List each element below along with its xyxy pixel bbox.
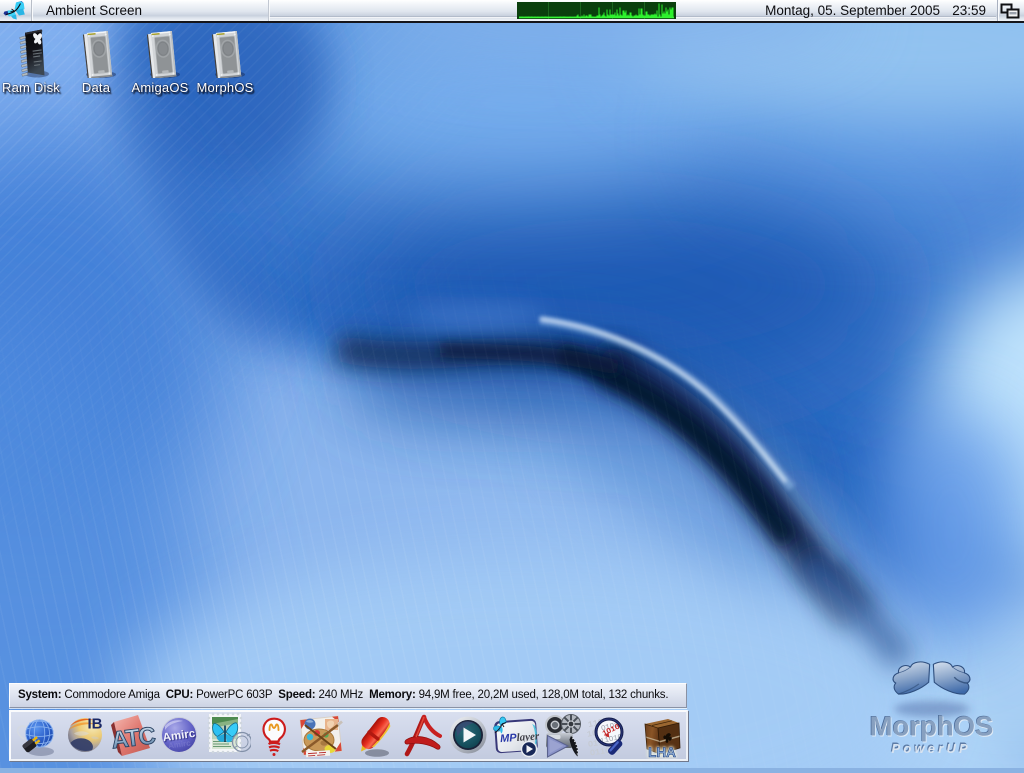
svg-text:ATC: ATC bbox=[110, 722, 156, 754]
svg-text:IB: IB bbox=[88, 716, 103, 733]
svg-text:LHA: LHA bbox=[648, 745, 676, 759]
svg-text:MorphOS: MorphOS bbox=[870, 711, 994, 742]
svg-text:PowerUP: PowerUP bbox=[891, 741, 970, 756]
